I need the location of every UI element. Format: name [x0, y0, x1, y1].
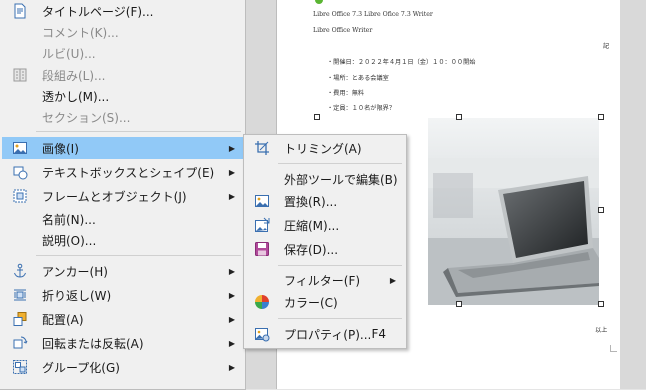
menu-item-label: プロパティ(P)...	[284, 327, 372, 342]
menu-item-section[interactable]: セクション(S)...	[2, 106, 243, 128]
menu-item-wrap[interactable]: 折り返し(W) ▶	[2, 284, 243, 306]
submenu-arrow-icon: ▶	[228, 266, 235, 276]
laptop-image	[428, 118, 599, 305]
submenu-item-crop[interactable]: トリミング(A)	[246, 137, 404, 159]
doc-line-request: Libre Office Writer	[313, 27, 373, 34]
menu-item-label: アンカー(H)	[42, 264, 108, 279]
menu-separator	[278, 318, 402, 319]
laptop-photo[interactable]	[428, 118, 599, 305]
menu-item-label: フレームとオブジェクト(J)	[42, 189, 187, 204]
crop-icon	[255, 141, 269, 155]
submenu-arrow-icon: ▶	[228, 167, 235, 177]
menu-item-label: コメント(K)...	[42, 25, 119, 40]
menu-item-label: 名前(N)...	[42, 212, 96, 227]
arrange-icon	[13, 312, 27, 326]
menu-item-rotate-flip[interactable]: 回転または反転(A) ▶	[2, 332, 243, 354]
submenu-arrow-icon: ▶	[228, 314, 235, 324]
group-icon	[13, 360, 27, 374]
submenu-item-properties[interactable]: プロパティ(P)... F4	[246, 323, 404, 345]
menu-separator	[278, 265, 402, 266]
menu-item-label: フィルター(F)	[284, 273, 361, 288]
submenu-arrow-icon: ▶	[389, 275, 396, 285]
title-page-icon	[14, 3, 26, 19]
selection-handle-bc[interactable]	[456, 301, 462, 307]
menu-item-textbox-shape[interactable]: テキストボックスとシェイプ(E) ▶	[2, 161, 243, 183]
save-icon	[255, 242, 269, 256]
menu-item-anchor[interactable]: アンカー(H) ▶	[2, 260, 243, 282]
image-anchor-marker[interactable]	[315, 0, 323, 4]
compress-image-icon	[255, 217, 270, 232]
image-submenu: トリミング(A) 外部ツールで編集(B) 置換(R)... 圧縮(M)... 保…	[243, 134, 407, 349]
doc-line-cost: ・費用：無料	[327, 90, 365, 97]
anchor-icon	[14, 263, 26, 278]
doc-line-date: ・開催日：２０２２年４月１日（金）１０：００開始	[327, 59, 476, 66]
menu-item-frame-object[interactable]: フレームとオブジェクト(J) ▶	[2, 185, 243, 207]
menu-item-label: 段組み(L)...	[42, 68, 106, 83]
menu-separator	[278, 163, 402, 164]
submenu-arrow-icon: ▶	[228, 143, 235, 153]
color-icon	[255, 295, 269, 309]
menu-item-group[interactable]: グループ化(G) ▶	[2, 356, 243, 378]
menu-item-shortcut: F4	[371, 327, 386, 341]
selection-handle-tr[interactable]	[598, 114, 604, 120]
submenu-item-compress[interactable]: 圧縮(M)...	[246, 214, 404, 236]
doc-line-capacity: ・定員：１０名が限界？	[327, 105, 396, 112]
menu-item-comment[interactable]: コメント(K)...	[2, 21, 243, 43]
menu-item-label: 透かし(M)...	[42, 89, 110, 104]
menu-item-label: タイトルページ(F)...	[42, 4, 154, 19]
menu-item-label: 圧縮(M)...	[284, 218, 340, 233]
menu-item-label: 置換(R)...	[284, 194, 338, 209]
submenu-item-replace[interactable]: 置換(R)...	[246, 190, 404, 212]
menu-item-description[interactable]: 説明(O)...	[2, 229, 243, 251]
menu-item-watermark[interactable]: 透かし(M)...	[2, 85, 243, 107]
submenu-arrow-icon: ▶	[228, 290, 235, 300]
submenu-arrow-icon: ▶	[228, 338, 235, 348]
menu-item-columns[interactable]: 段組み(L)...	[2, 64, 243, 86]
submenu-item-filter[interactable]: フィルター(F) ▶	[246, 269, 404, 291]
menu-item-arrange[interactable]: 配置(A) ▶	[2, 308, 243, 330]
columns-icon	[13, 68, 27, 82]
menu-item-label: ルビ(U)...	[42, 46, 96, 61]
menu-item-label: 画像(I)	[42, 141, 79, 156]
menu-item-label: 折り返し(W)	[42, 288, 112, 303]
submenu-item-external-edit[interactable]: 外部ツールで編集(B)	[246, 168, 404, 190]
menu-item-label: テキストボックスとシェイプ(E)	[42, 165, 215, 180]
submenu-arrow-icon: ▶	[228, 362, 235, 372]
menu-item-label: グループ化(G)	[42, 360, 120, 375]
menu-item-image[interactable]: 画像(I) ▶	[2, 137, 243, 159]
menu-item-title-page[interactable]: タイトルページ(F)...	[2, 0, 243, 22]
image-icon	[13, 142, 27, 154]
doc-line-intro: Libre Office 7.3 Libre Ofice 7.3 Writer	[313, 11, 433, 18]
menu-item-name[interactable]: 名前(N)...	[2, 208, 243, 230]
submenu-item-save[interactable]: 保存(D)...	[246, 238, 404, 260]
doc-line-place: ・場所：とある会議室	[327, 75, 389, 82]
submenu-item-color[interactable]: カラー(C)	[246, 291, 404, 313]
rotate-icon	[13, 336, 28, 349]
shapes-icon	[13, 166, 28, 180]
frame-icon	[13, 189, 27, 203]
menu-item-label: カラー(C)	[284, 295, 338, 310]
properties-icon	[255, 328, 270, 342]
menu-item-label: 回転または反転(A)	[42, 336, 144, 351]
menu-item-label: 保存(D)...	[284, 242, 339, 257]
wrap-icon	[14, 289, 26, 301]
menu-separator	[36, 131, 241, 132]
selection-handle-tl[interactable]	[314, 114, 320, 120]
selection-handle-tc[interactable]	[456, 114, 462, 120]
format-menu: タイトルページ(F)... コメント(K)... ルビ(U)... 段組み(L)…	[0, 0, 246, 390]
menu-item-label: 外部ツールで編集(B)	[284, 172, 398, 187]
menu-separator	[36, 255, 241, 256]
doc-line-ki: 記	[603, 43, 610, 50]
menu-item-label: 説明(O)...	[42, 233, 97, 248]
submenu-arrow-icon: ▶	[228, 191, 235, 201]
selection-handle-br[interactable]	[598, 301, 604, 307]
menu-item-ruby[interactable]: ルビ(U)...	[2, 42, 243, 64]
menu-item-label: トリミング(A)	[284, 141, 362, 156]
menu-item-label: セクション(S)...	[42, 110, 131, 125]
page-corner-mark	[610, 345, 617, 352]
selection-handle-mr[interactable]	[598, 207, 604, 213]
replace-image-icon	[255, 195, 269, 207]
menu-item-label: 配置(A)	[42, 312, 84, 327]
doc-line-ijou: 以上	[595, 327, 608, 334]
